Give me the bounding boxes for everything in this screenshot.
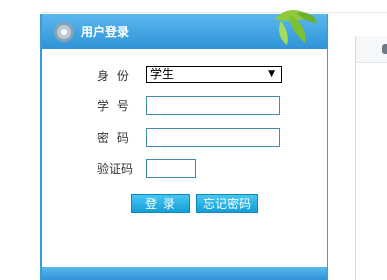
identity-row: 身 份 学生 ▼ [42, 66, 327, 86]
login-button[interactable]: 登 录 [131, 194, 190, 213]
student-id-row: 学 号 [42, 96, 327, 116]
captcha-row: 验证码 [42, 159, 327, 179]
password-label: 密 码 [97, 131, 131, 145]
password-input[interactable] [146, 128, 280, 147]
chevron-down-icon: ▼ [268, 69, 275, 79]
panel-icon [382, 44, 387, 54]
forgot-password-button[interactable]: 忘记密码 [196, 194, 258, 213]
top-strip [0, 0, 387, 13]
right-panel-header [356, 36, 387, 63]
gear-icon [54, 21, 74, 42]
identity-label: 身 份 [97, 69, 131, 83]
left-gutter [0, 0, 41, 280]
captcha-label: 验证码 [97, 162, 134, 176]
leaves-icon [275, 10, 317, 45]
captcha-input[interactable] [146, 159, 196, 178]
login-panel-header: 用户登录 [42, 10, 327, 49]
student-id-input[interactable] [146, 96, 280, 115]
right-panel [355, 36, 387, 280]
identity-selected-value: 学生 [150, 67, 175, 81]
login-panel: 用户登录 身 份 学生 ▼ 学 号 密 码 验证码 登 录 忘记密码 [40, 10, 328, 280]
login-panel-title: 用户登录 [81, 25, 130, 39]
identity-select[interactable]: 学生 ▼ [146, 66, 282, 83]
page: 用户登录 身 份 学生 ▼ 学 号 密 码 验证码 登 录 忘记密码 [0, 0, 387, 280]
student-id-label: 学 号 [97, 99, 131, 113]
next-panel-header-bar [42, 267, 327, 280]
password-row: 密 码 [42, 128, 327, 148]
